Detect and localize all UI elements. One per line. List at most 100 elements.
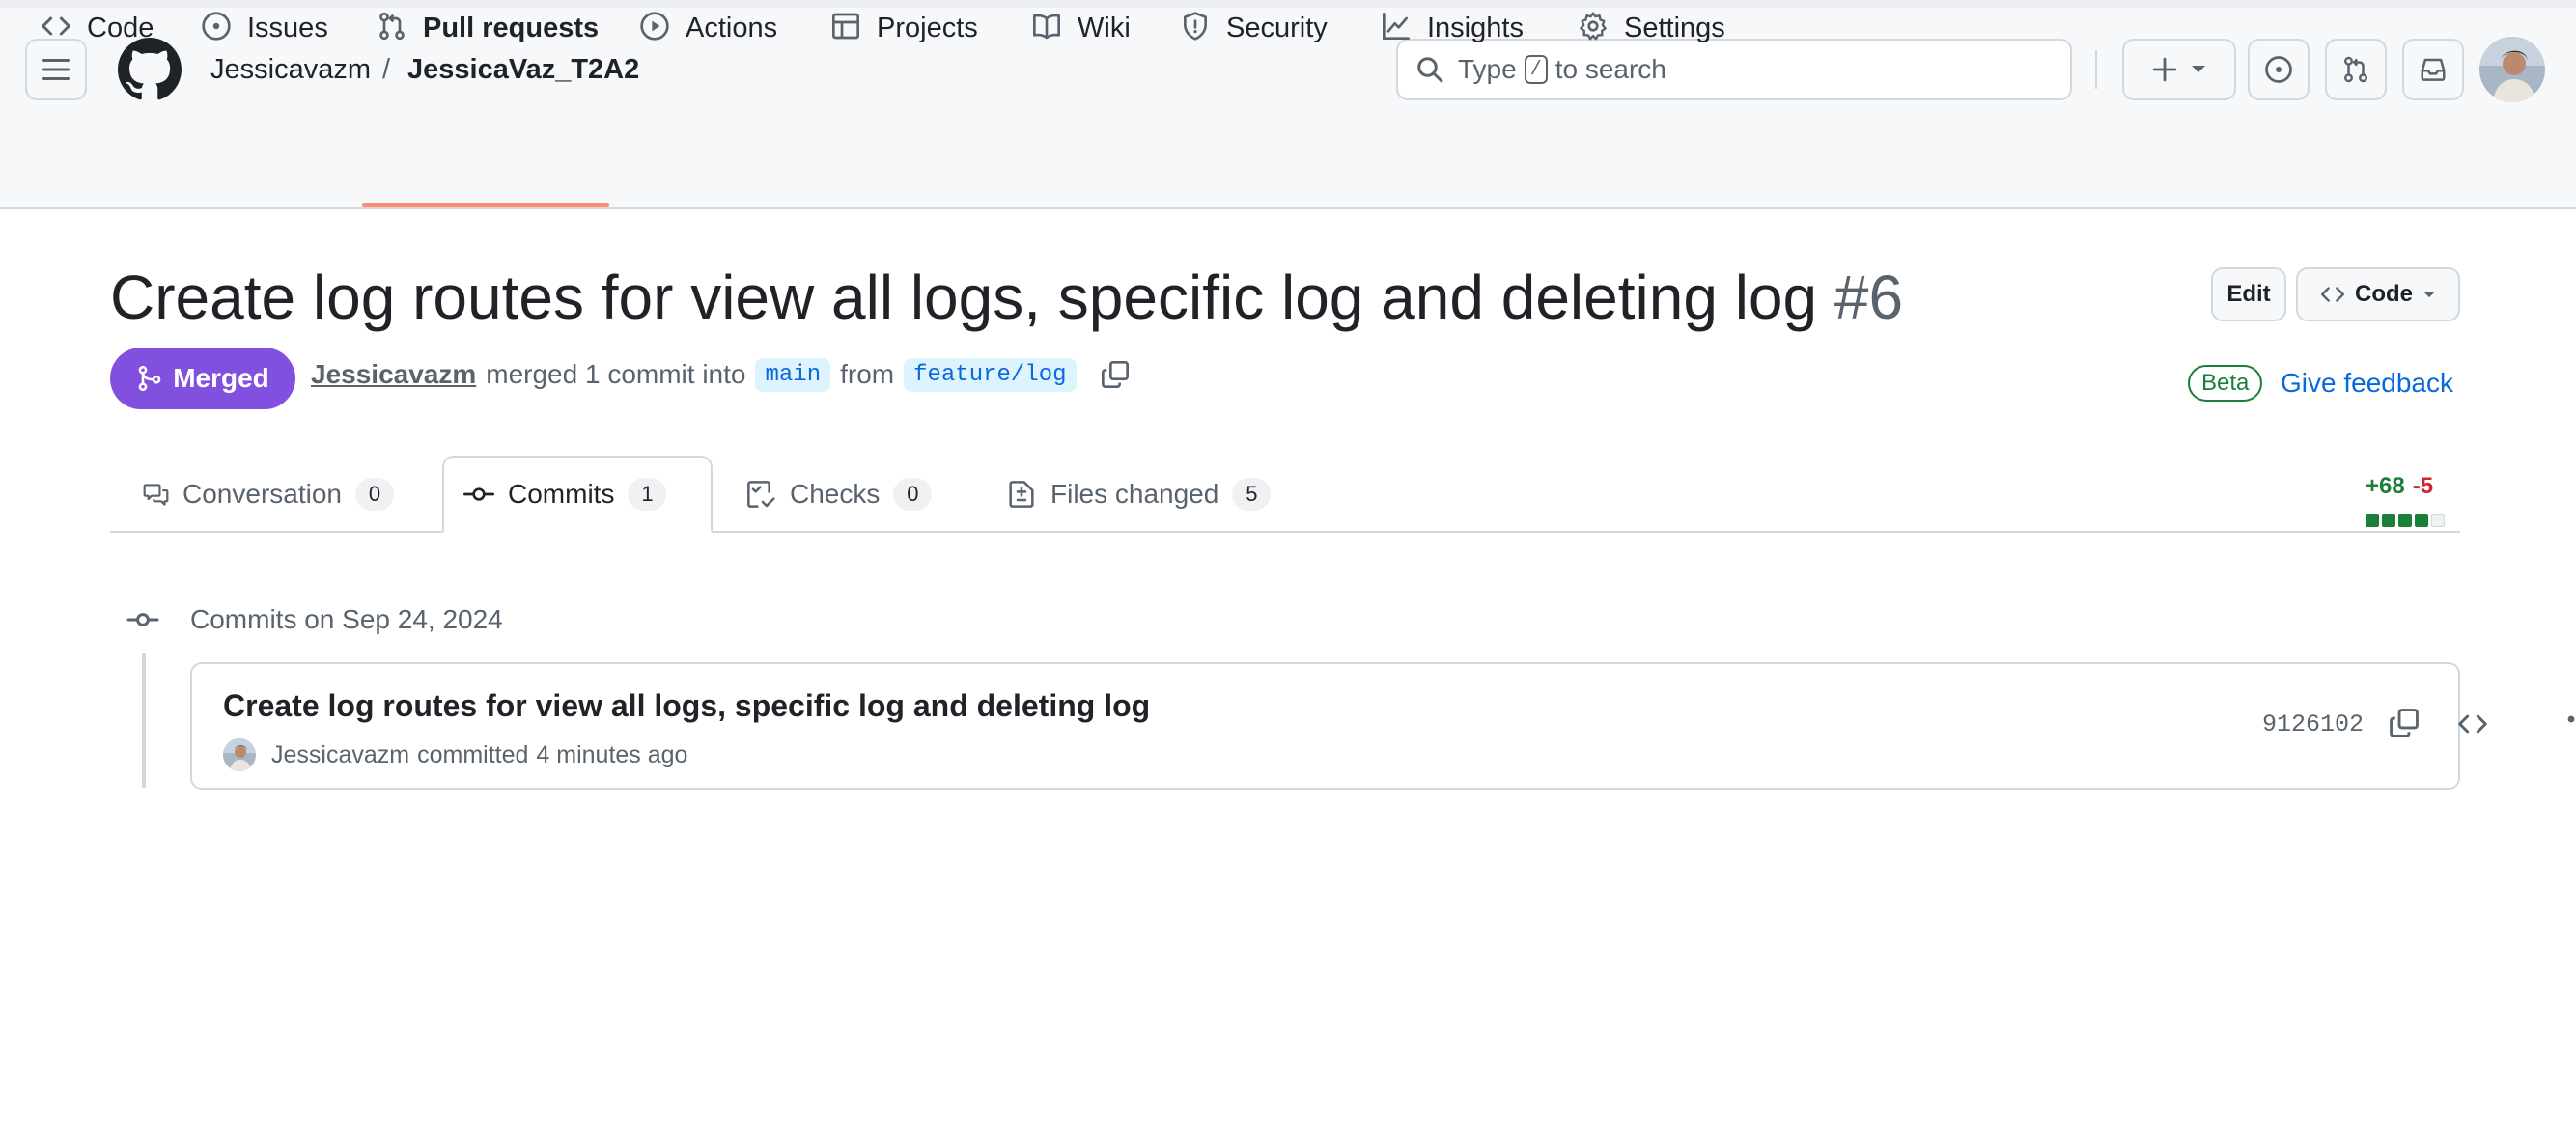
commit-group-heading: Commits on Sep 24, 2024 bbox=[190, 604, 503, 634]
repo-nav-settings-label: Settings bbox=[1624, 13, 1725, 43]
repo-nav-security-label: Security bbox=[1226, 13, 1328, 43]
repo-nav-wiki-label: Wiki bbox=[1078, 13, 1131, 43]
merge-from-text: from bbox=[840, 359, 895, 389]
code-icon bbox=[2320, 287, 2345, 302]
book-icon bbox=[1033, 14, 1060, 40]
edit-button-label: Edit bbox=[2226, 281, 2271, 307]
repo-nav-code[interactable]: Code bbox=[41, 0, 154, 73]
copy-sha-button[interactable] bbox=[2388, 707, 2421, 739]
diffstat: +68 -5 bbox=[2366, 473, 2462, 527]
repo-nav-actions-label: Actions bbox=[686, 13, 778, 43]
diffstat-block-neutral bbox=[2431, 514, 2445, 527]
commit-author-link[interactable]: Jessicavazm bbox=[271, 741, 409, 769]
triangle-down-icon bbox=[2192, 66, 2205, 72]
header-divider bbox=[2095, 50, 2097, 89]
base-branch[interactable]: main bbox=[755, 357, 831, 392]
tab-checks-count: 0 bbox=[893, 478, 933, 511]
gear-icon bbox=[1580, 12, 1607, 41]
inbox-icon bbox=[2421, 58, 2446, 81]
pr-title-text: Create log routes for view all logs, spe… bbox=[110, 263, 1818, 332]
pr-title: Create log routes for view all logs, spe… bbox=[110, 259, 1903, 336]
tab-checks[interactable]: Checks 0 bbox=[726, 456, 958, 533]
checklist-icon bbox=[747, 481, 775, 508]
active-nav-underline bbox=[362, 203, 609, 207]
repo-nav-actions[interactable]: Actions bbox=[639, 0, 777, 73]
pr-author-link[interactable]: Jessicavazm bbox=[311, 359, 476, 390]
comment-discussion-icon bbox=[143, 484, 169, 506]
tab-conversation-count: 0 bbox=[355, 478, 394, 511]
file-diff-icon bbox=[1009, 481, 1034, 508]
commit-author-avatar[interactable] bbox=[223, 738, 256, 771]
commit-list-item: Create log routes for view all logs, spe… bbox=[190, 662, 2575, 790]
merged-state-label: Merged bbox=[173, 363, 269, 393]
tab-commits-label: Commits bbox=[508, 479, 615, 509]
commit-timeline-line bbox=[142, 653, 146, 788]
repo-nav-issues-label: Issues bbox=[247, 13, 328, 43]
repo-nav-insights[interactable]: Insights bbox=[1381, 0, 1524, 73]
diffstat-deletions: -5 bbox=[2412, 473, 2434, 499]
git-pull-request-icon bbox=[2344, 56, 2367, 83]
repo-nav-issues[interactable]: Issues bbox=[201, 0, 328, 73]
repo-nav-security[interactable]: Security bbox=[1180, 0, 1328, 73]
diffstat-block-added bbox=[2398, 514, 2412, 527]
table-icon bbox=[832, 13, 859, 40]
git-merge-icon bbox=[138, 365, 161, 392]
tab-conversation-label: Conversation bbox=[182, 479, 342, 509]
tab-files-changed[interactable]: Files changed 5 bbox=[987, 456, 1296, 533]
your-pull-requests-button[interactable] bbox=[2325, 39, 2387, 100]
diffstat-blocks bbox=[2366, 514, 2462, 527]
copy-icon bbox=[1101, 361, 1129, 388]
notifications-button[interactable] bbox=[2402, 39, 2464, 100]
give-feedback-link[interactable]: Give feedback bbox=[2281, 367, 2453, 400]
repo-nav-wiki[interactable]: Wiki bbox=[1031, 0, 1131, 73]
merge-summary: Jessicavazm merged 1 commit into main fr… bbox=[311, 353, 1131, 396]
app-header: Jessicavazm / JessicaVaz_T2A2 Type / to … bbox=[0, 0, 2576, 209]
tab-conversation[interactable]: Conversation 0 bbox=[124, 456, 413, 533]
merge-summary-text: merged 1 commit into bbox=[486, 359, 746, 389]
browse-repo-at-commit-button[interactable] bbox=[2457, 709, 2488, 739]
tab-checks-label: Checks bbox=[790, 479, 881, 509]
edit-title-button[interactable]: Edit bbox=[2211, 267, 2286, 321]
search-shortcut-key: / bbox=[1524, 55, 1548, 84]
commit-time: 4 minutes ago bbox=[536, 740, 688, 768]
tab-commits[interactable]: Commits 1 bbox=[442, 456, 713, 533]
repo-nav-projects-label: Projects bbox=[877, 13, 978, 43]
create-new-button[interactable] bbox=[2122, 39, 2236, 100]
diffstat-additions: +68 bbox=[2366, 473, 2405, 499]
diffstat-block-added bbox=[2382, 514, 2395, 527]
code-button-label: Code bbox=[2355, 281, 2413, 307]
code-icon bbox=[42, 16, 70, 36]
tab-files-changed-label: Files changed bbox=[1050, 479, 1219, 509]
commit-group-marker bbox=[126, 600, 160, 639]
commit-sha-link[interactable]: 9126102 bbox=[2262, 710, 2364, 738]
git-commit-icon bbox=[126, 613, 159, 626]
triangle-down-icon bbox=[2422, 291, 2436, 297]
play-icon bbox=[640, 12, 669, 41]
user-avatar[interactable] bbox=[2479, 37, 2545, 102]
code-dropdown-button[interactable]: Code bbox=[2296, 267, 2460, 321]
your-issues-button[interactable] bbox=[2248, 39, 2310, 100]
repo-nav-settings[interactable]: Settings bbox=[1578, 0, 1725, 73]
diffstat-block-added bbox=[2366, 514, 2379, 527]
tab-commits-count: 1 bbox=[628, 478, 667, 511]
git-pull-request-icon bbox=[379, 12, 405, 41]
repo-nav-pull-requests[interactable]: Pull requests bbox=[377, 0, 599, 73]
issue-opened-icon bbox=[2265, 56, 2292, 83]
repo-nav-projects[interactable]: Projects bbox=[830, 0, 978, 73]
plus-icon bbox=[2152, 57, 2177, 82]
beta-label: Beta bbox=[2188, 365, 2263, 402]
issue-opened-icon bbox=[202, 12, 231, 41]
code-icon bbox=[2458, 714, 2487, 734]
head-branch[interactable]: feature/log bbox=[904, 357, 1077, 392]
commit-title-link[interactable]: Create log routes for view all logs, spe… bbox=[223, 685, 1150, 726]
commit-more-options-button[interactable] bbox=[2567, 714, 2576, 724]
copy-branch-button[interactable] bbox=[1100, 359, 1131, 390]
copy-icon bbox=[2390, 709, 2419, 737]
graph-icon bbox=[1383, 12, 1410, 40]
commit-meta: Jessicavazm committed 4 minutes ago bbox=[223, 737, 687, 772]
kebab-horizontal-icon bbox=[2567, 715, 2575, 723]
repo-nav-code-label: Code bbox=[87, 13, 154, 43]
tab-files-changed-count: 5 bbox=[1232, 478, 1272, 511]
pr-number: #6 bbox=[1834, 263, 1904, 332]
diffstat-block-added bbox=[2415, 514, 2428, 527]
